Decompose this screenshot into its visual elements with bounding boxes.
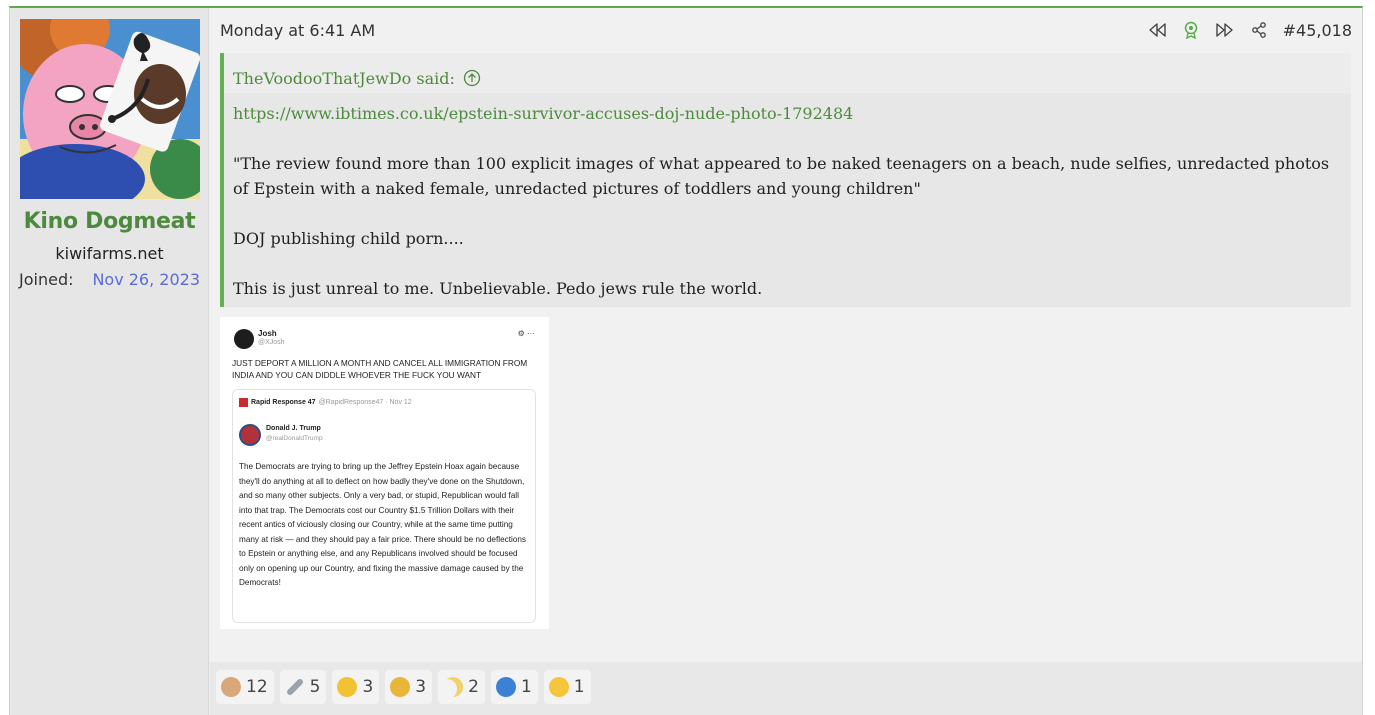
reaction-wrench[interactable]: 5 [279, 670, 327, 704]
inner-text: The Democrats are trying to bring up the… [239, 462, 527, 587]
post-actions: #45,018 [1147, 20, 1352, 40]
quote-block: TheVoodooThatJewDo said: https://www.ibt… [220, 53, 1351, 307]
reactions-bar: 12 5 3 3 2 1 1 [210, 662, 1362, 715]
post-number[interactable]: #45,018 [1283, 21, 1352, 40]
quote-paragraph: This is just unreal to me. Unbelievable.… [233, 279, 763, 298]
reaction-thumbs-up[interactable]: 1 [490, 670, 538, 704]
quoted-tweet: Rapid Response 47 @RapidResponse47 · Nov… [232, 389, 536, 623]
attached-image[interactable]: Josh @XJosh ⚙ ··· JUST DEPORT A MILLION … [220, 317, 549, 629]
username[interactable]: Kino Dogmeat [10, 209, 209, 234]
reaction-face[interactable]: 12 [216, 670, 274, 704]
avatar-image [20, 19, 200, 199]
reaction-medal[interactable]: 3 [385, 670, 433, 704]
joined-date[interactable]: Nov 26, 2023 [92, 270, 200, 289]
joined-row: Joined: Nov 26, 2023 [19, 270, 200, 289]
quoted-account: Rapid Response 47 [251, 399, 316, 406]
quote-body: https://www.ibtimes.co.uk/epstein-surviv… [224, 93, 1351, 301]
post-date[interactable]: Monday at 6:41 AM [220, 21, 375, 40]
user-column: Kino Dogmeat kiwifarms.net Joined: Nov 2… [10, 8, 209, 715]
inner-name: Donald J. Trump [266, 425, 321, 432]
tweet-handle: @XJosh [258, 339, 285, 346]
quote-paragraph: "The review found more than 100 explicit… [233, 154, 1330, 198]
tweet-name: Josh [258, 329, 277, 338]
quote-paragraph: DOJ publishing child porn.... [233, 229, 464, 248]
quote-link[interactable]: https://www.ibtimes.co.uk/epstein-surviv… [233, 101, 1341, 126]
wrench-icon [285, 677, 304, 697]
user-title: kiwifarms.net [55, 244, 164, 263]
quote-author[interactable]: TheVoodooThatJewDo said: [233, 69, 455, 88]
medal-icon [390, 677, 411, 697]
inner-handle: @realDonaldTrump [266, 435, 323, 442]
tweet-avatar [234, 329, 254, 349]
face-icon [221, 677, 241, 697]
reaction-thinking[interactable]: 1 [543, 670, 591, 704]
rapid-response-icon [239, 398, 248, 407]
jump-up-icon[interactable] [463, 69, 481, 87]
quoted-header: Rapid Response 47 @RapidResponse47 · Nov… [239, 398, 412, 407]
quoted-meta: @RapidResponse47 · Nov 12 [318, 399, 412, 406]
more-icon: ⚙ ··· [517, 329, 535, 338]
inner-avatar [239, 424, 261, 446]
post: Kino Dogmeat kiwifarms.net Joined: Nov 2… [9, 6, 1363, 715]
thinking-icon [548, 677, 569, 697]
reaction-count: 1 [520, 677, 532, 697]
reaction-count: 2 [468, 677, 479, 697]
forward-icon[interactable] [1215, 20, 1235, 40]
reaction-moon[interactable]: 2 [438, 670, 485, 704]
rewind-icon[interactable] [1147, 20, 1167, 40]
post-header: Monday at 6:41 AM #45,018 [220, 19, 1352, 41]
reaction-count: 12 [246, 677, 268, 697]
reaction-count: 1 [573, 677, 585, 697]
reaction-cross[interactable]: 3 [332, 670, 380, 704]
reaction-count: 3 [362, 677, 374, 697]
avatar[interactable] [20, 19, 200, 199]
moon-icon [443, 677, 463, 697]
award-icon[interactable] [1181, 20, 1201, 40]
share-icon[interactable] [1249, 20, 1269, 40]
thumbs-up-icon [495, 677, 516, 697]
reaction-count: 5 [309, 677, 321, 697]
tweet-text: JUST DEPORT A MILLION A MONTH AND CANCEL… [232, 358, 528, 380]
joined-label: Joined: [19, 270, 74, 289]
quote-title[interactable]: TheVoodooThatJewDo said: [224, 53, 1351, 93]
post-content: Monday at 6:41 AM #45,018 TheVoodooThatJ… [210, 8, 1362, 715]
tweet-screenshot: Josh @XJosh ⚙ ··· JUST DEPORT A MILLION … [220, 317, 549, 629]
cross-icon [337, 677, 358, 697]
reaction-count: 3 [415, 677, 427, 697]
